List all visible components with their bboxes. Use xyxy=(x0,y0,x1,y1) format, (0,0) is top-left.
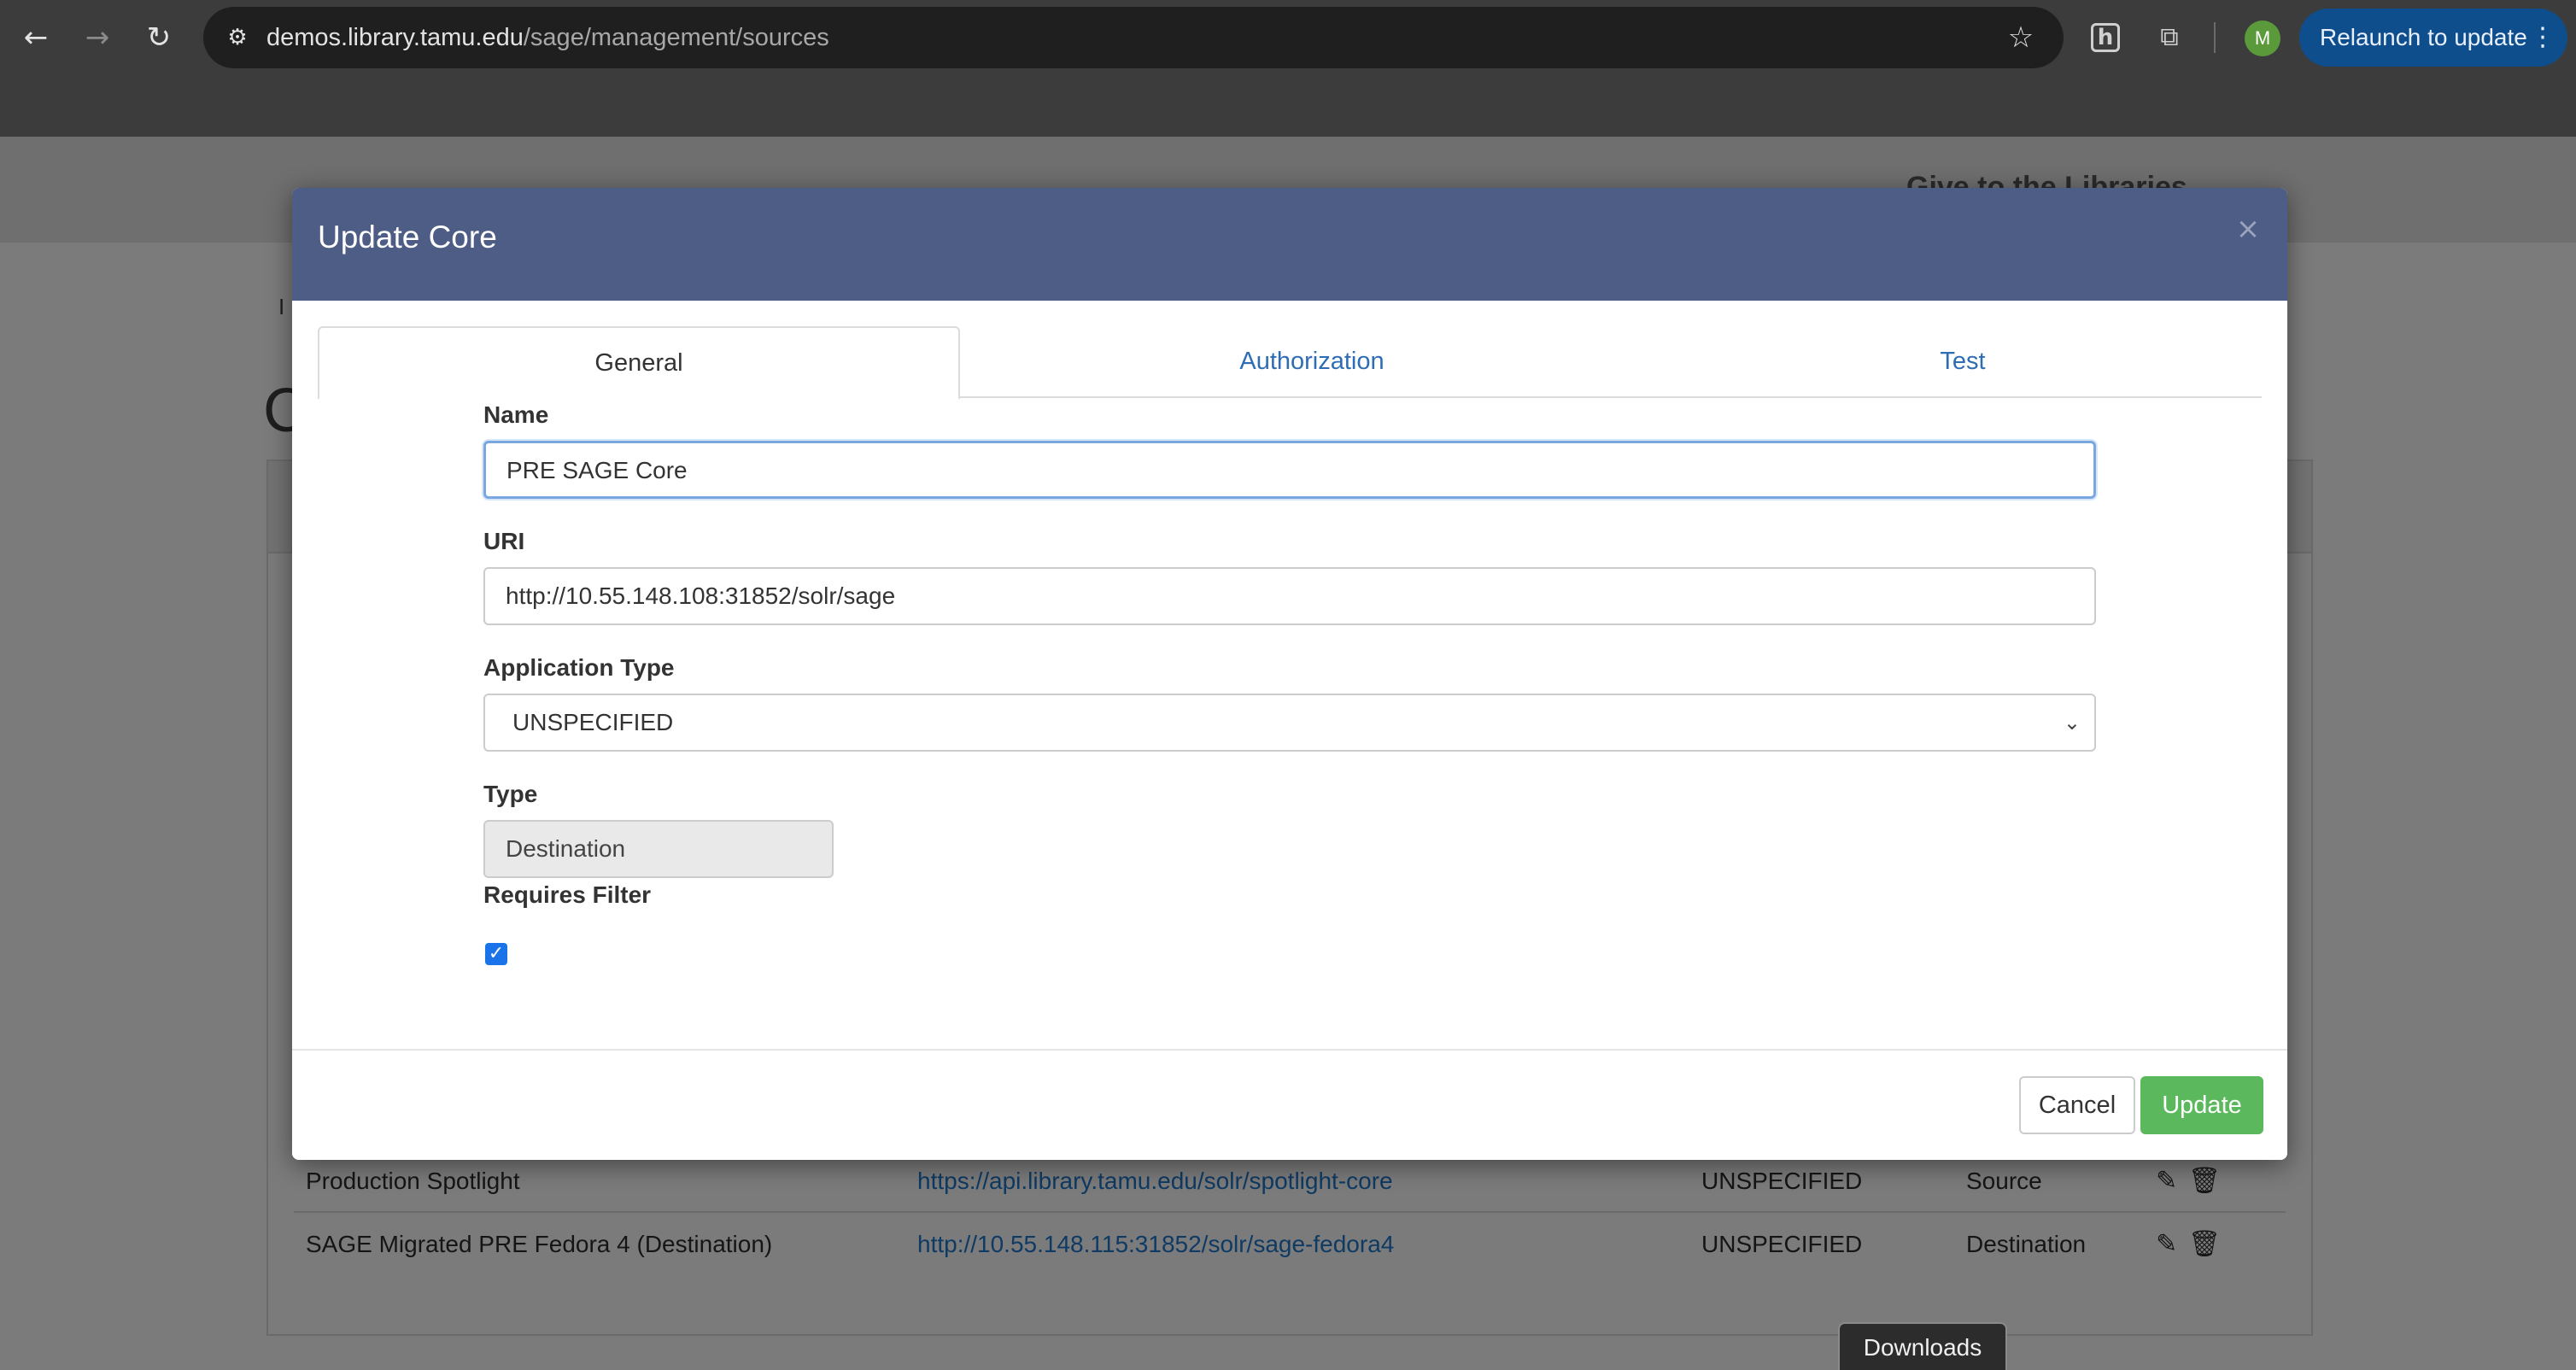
url-text[interactable]: demos.library.tamu.edu/sage/management/s… xyxy=(266,7,829,68)
update-core-modal: Update Core × General Authorization Test… xyxy=(292,188,2287,1160)
tab-test[interactable]: Test xyxy=(1664,326,2262,398)
toolbar-separator xyxy=(2214,22,2216,53)
table-row: SAGE Migrated PRE Fedora 4 (Destination)… xyxy=(294,1211,2286,1274)
trash-icon[interactable]: 🗑 xyxy=(2188,1213,2221,1276)
row-name: SAGE Migrated PRE Fedora 4 (Destination) xyxy=(306,1231,773,1257)
type-label: Type xyxy=(483,781,538,807)
back-arrow-icon[interactable]: ← xyxy=(15,17,56,58)
vertical-dots-icon[interactable]: ⋮ xyxy=(2530,9,2556,67)
breadcrumb: I xyxy=(278,294,285,319)
application-type-select[interactable]: UNSPECIFIED ⌄ xyxy=(483,694,2096,752)
name-label: Name xyxy=(483,401,549,428)
type-field: Destination xyxy=(483,820,834,878)
address-bar[interactable]: ⚙ demos.library.tamu.edu/sage/management… xyxy=(203,7,2064,68)
h-extension-icon[interactable]: h xyxy=(2091,23,2120,52)
profile-avatar[interactable]: M xyxy=(2245,20,2280,56)
bookmark-bar xyxy=(0,75,2576,137)
update-button[interactable]: Update xyxy=(2140,1076,2263,1134)
modal-footer: Cancel Update xyxy=(292,1049,2287,1160)
modal-tabs: General Authorization Test xyxy=(318,326,2262,400)
tab-authorization[interactable]: Authorization xyxy=(960,326,1664,398)
puzzle-icon[interactable]: ⧉ xyxy=(2151,19,2188,56)
browser-toolbar: ← → ↻ ⚙ demos.library.tamu.edu/sage/mana… xyxy=(0,0,2576,75)
modal-header: Update Core × xyxy=(292,188,2287,301)
reload-icon[interactable]: ↻ xyxy=(138,17,179,58)
relaunch-button[interactable]: Relaunch to update ⋮ xyxy=(2299,9,2567,67)
application-type-label: Application Type xyxy=(483,654,675,681)
url-path: /sage/management/sources xyxy=(523,24,829,51)
url-host: demos.library.tamu.edu xyxy=(266,24,524,51)
tab-general[interactable]: General xyxy=(318,326,960,400)
requires-filter-checkbox[interactable]: ✓ xyxy=(485,943,507,965)
relaunch-label: Relaunch to update xyxy=(2320,24,2527,50)
name-field[interactable]: PRE SAGE Core xyxy=(483,441,2096,499)
requires-filter-label: Requires Filter xyxy=(483,881,652,908)
chevron-down-icon: ⌄ xyxy=(2063,711,2081,735)
star-icon[interactable]: ☆ xyxy=(2002,19,2040,56)
cancel-button[interactable]: Cancel xyxy=(2019,1076,2135,1134)
downloads-tab[interactable]: Downloads xyxy=(1838,1322,2007,1370)
forward-arrow-icon[interactable]: → xyxy=(77,17,118,58)
pencil-icon[interactable]: ✎ xyxy=(2156,1213,2177,1276)
browser-chrome: ← → ↻ ⚙ demos.library.tamu.edu/sage/mana… xyxy=(0,0,2576,137)
modal-title: Update Core xyxy=(318,220,497,255)
uri-label: URI xyxy=(483,528,525,554)
row-uri-link[interactable]: http://10.55.148.115:31852/solr/sage-fed… xyxy=(917,1213,1394,1276)
site-info-icon[interactable]: ⚙ xyxy=(222,22,253,53)
row-type: Destination xyxy=(1966,1231,2087,1257)
row-application-type: UNSPECIFIED xyxy=(1701,1231,1863,1257)
uri-field[interactable]: http://10.55.148.108:31852/solr/sage xyxy=(483,567,2096,625)
close-icon[interactable]: × xyxy=(2233,214,2263,244)
application-type-value: UNSPECIFIED xyxy=(512,709,674,735)
